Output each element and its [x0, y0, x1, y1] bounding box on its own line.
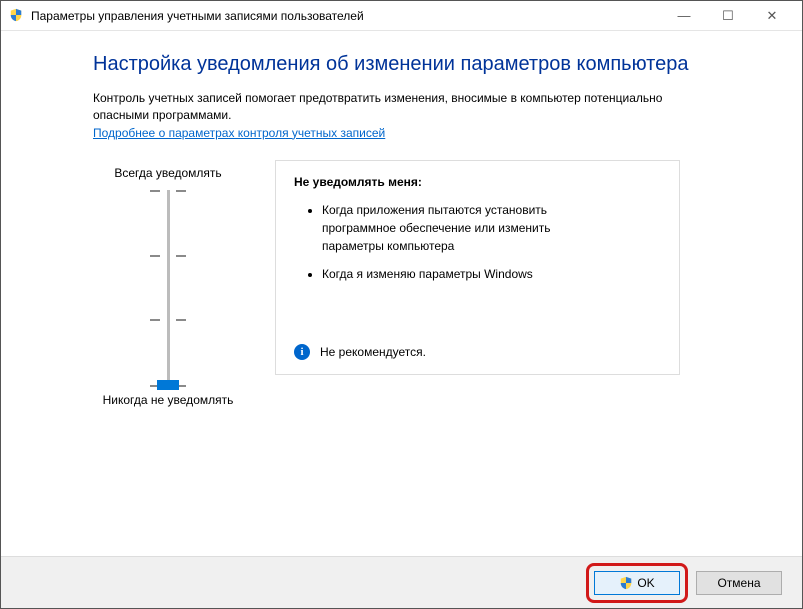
maximize-button[interactable]: ☐ — [706, 2, 750, 30]
shield-icon — [619, 576, 633, 590]
shield-icon — [9, 8, 25, 24]
slider-thumb[interactable] — [157, 380, 179, 390]
page-description: Контроль учетных записей помогает предот… — [93, 90, 683, 124]
slider-area: Всегда уведомлять Никогда не уведомлять … — [93, 160, 732, 417]
titlebar: Параметры управления учетными записями п… — [1, 1, 802, 31]
slider-label-always: Всегда уведомлять — [93, 166, 243, 180]
info-icon: i — [294, 344, 310, 360]
detail-item: Когда приложения пытаются установить про… — [322, 201, 614, 255]
learn-more-link[interactable]: Подробнее о параметрах контроля учетных … — [93, 126, 385, 140]
slider-label-never: Никогда не уведомлять — [93, 393, 243, 407]
cancel-button[interactable]: Отмена — [696, 571, 782, 595]
button-bar: OK Отмена — [1, 556, 802, 608]
close-button[interactable]: ✕ — [750, 2, 794, 30]
window-controls: — ☐ ✕ — [662, 2, 794, 30]
detail-footer: i Не рекомендуется. — [294, 344, 426, 360]
detail-title: Не уведомлять меня: — [294, 175, 661, 189]
ok-button-label: OK — [637, 576, 654, 590]
window-title: Параметры управления учетными записями п… — [31, 9, 662, 23]
detail-item: Когда я изменяю параметры Windows — [322, 265, 614, 283]
detail-panel: Не уведомлять меня: Когда приложения пыт… — [275, 160, 680, 375]
slider-column: Всегда уведомлять Никогда не уведомлять — [93, 160, 243, 417]
minimize-button[interactable]: — — [662, 2, 706, 30]
page-heading: Настройка уведомления об изменении парам… — [93, 53, 732, 76]
cancel-button-label: Отмена — [717, 576, 760, 590]
slider-track — [167, 190, 170, 385]
notification-slider[interactable] — [93, 190, 243, 385]
ok-button-highlight: OK — [586, 563, 688, 603]
content-area: Настройка уведомления об изменении парам… — [1, 31, 802, 556]
detail-list: Когда приложения пытаются установить про… — [304, 201, 614, 283]
uac-settings-window: Параметры управления учетными записями п… — [0, 0, 803, 609]
detail-footer-text: Не рекомендуется. — [320, 345, 426, 359]
ok-button[interactable]: OK — [594, 571, 680, 595]
